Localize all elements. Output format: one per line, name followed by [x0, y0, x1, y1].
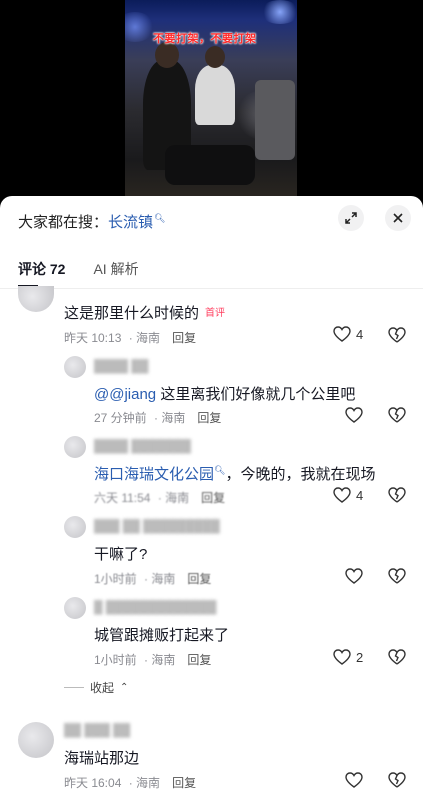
- video-caption: 不要打架，不要打架: [153, 33, 257, 45]
- heart-icon: [333, 649, 351, 665]
- broken-heart-icon: [388, 772, 406, 788]
- first-comment-badge: 首评: [205, 308, 226, 319]
- broken-heart-icon: [388, 407, 406, 423]
- reply-button[interactable]: 回复: [187, 572, 211, 586]
- username-blurred: █ █████████████: [94, 600, 217, 614]
- like-button[interactable]: 4: [333, 487, 363, 503]
- like-button[interactable]: 4: [333, 326, 363, 342]
- username-blurred: ███ ██ █████████: [94, 519, 220, 533]
- heart-icon: [345, 568, 363, 584]
- reply-button[interactable]: 回复: [197, 411, 221, 425]
- video-person: [195, 65, 235, 125]
- expand-button[interactable]: [338, 205, 364, 231]
- comment-text: 这是那里什么时候的 首评: [64, 305, 226, 322]
- dislike-button[interactable]: [388, 327, 406, 348]
- comment-text: 海瑞站那边: [64, 750, 140, 767]
- heart-icon: [333, 487, 351, 503]
- dislike-button[interactable]: [388, 568, 406, 589]
- divider: [0, 288, 423, 289]
- reply-text: 海口海瑞文化公园🔍︎，今晚的，我就在现场: [94, 465, 376, 483]
- location-link[interactable]: 海口海瑞文化公园: [94, 466, 214, 483]
- avatar[interactable]: [18, 722, 54, 758]
- video-scooter: [255, 80, 295, 160]
- video-player[interactable]: 不要打架，不要打架: [0, 0, 423, 200]
- reply-text: @@jiang 这里离我们好像就几个公里吧: [94, 386, 356, 403]
- like-count: 4: [356, 326, 364, 342]
- divider: [64, 687, 84, 688]
- reply-text: 城管跟摊贩打起来了: [94, 627, 230, 644]
- tab-ai-analysis[interactable]: AI 解析: [93, 259, 138, 279]
- reply-meta: 1小时前 · 海南 回复: [94, 653, 212, 667]
- heart-icon: [345, 772, 363, 788]
- comment-tabs: 评论 72 AI 解析: [18, 259, 139, 279]
- broken-heart-icon: [388, 327, 406, 343]
- reply-meta: 六天 11:54 · 海南 回复: [94, 491, 226, 505]
- username-blurred: ████ ██: [94, 359, 149, 373]
- like-button[interactable]: [345, 407, 368, 423]
- like-count: 2: [356, 649, 364, 665]
- dislike-button[interactable]: [388, 487, 406, 508]
- close-icon: [393, 213, 403, 223]
- comment-sheet: 大家都在搜：长流镇🔍︎ 评论 72 AI 解析 这是那里什么时候的 首评 昨天 1…: [0, 196, 423, 800]
- reply-text: 干嘛了?: [94, 546, 148, 563]
- reply-button[interactable]: 回复: [187, 653, 211, 667]
- reply-meta: 1小时前 · 海南 回复: [94, 572, 212, 586]
- dislike-button[interactable]: [388, 772, 406, 793]
- avatar[interactable]: [64, 436, 86, 458]
- reply-button[interactable]: 回复: [201, 491, 225, 505]
- reply-button[interactable]: 回复: [172, 331, 196, 345]
- avatar[interactable]: [18, 286, 54, 312]
- video-motorbike: [165, 145, 255, 185]
- like-button[interactable]: [345, 568, 368, 584]
- search-prefix: 大家都在搜：: [18, 214, 109, 231]
- avatar[interactable]: [64, 516, 86, 538]
- trending-search[interactable]: 大家都在搜：长流镇🔍︎: [18, 211, 165, 232]
- avatar[interactable]: [64, 597, 86, 619]
- comment-meta: 昨天 10:13 · 海南 回复: [64, 331, 197, 345]
- reply-button[interactable]: 回复: [172, 776, 196, 790]
- search-icon: 🔍︎: [214, 465, 226, 475]
- broken-heart-icon: [388, 649, 406, 665]
- mention-link[interactable]: @@jiang: [94, 386, 156, 403]
- like-button[interactable]: [345, 772, 368, 788]
- like-count: 4: [356, 487, 364, 503]
- chevron-up-icon: ⌃: [120, 682, 129, 693]
- username-blurred: ████ ███████: [94, 439, 191, 453]
- collapse-replies-button[interactable]: 收起 ⌃: [64, 679, 128, 696]
- search-keyword[interactable]: 长流镇: [108, 214, 153, 231]
- reply-meta: 27 分钟前 · 海南 回复: [94, 411, 222, 425]
- expand-icon: [345, 212, 357, 224]
- broken-heart-icon: [388, 568, 406, 584]
- close-button[interactable]: [385, 205, 411, 231]
- comment-meta: 昨天 16:04 · 海南 回复: [64, 776, 197, 790]
- search-icon: 🔍︎: [154, 213, 166, 223]
- broken-heart-icon: [388, 487, 406, 503]
- tab-comments[interactable]: 评论 72: [18, 259, 65, 279]
- heart-icon: [333, 326, 351, 342]
- like-button[interactable]: 2: [333, 649, 363, 665]
- dislike-button[interactable]: [388, 649, 406, 670]
- heart-icon: [345, 407, 363, 423]
- dislike-button[interactable]: [388, 407, 406, 428]
- username-blurred: ██ ███ ██: [64, 723, 131, 737]
- avatar[interactable]: [64, 356, 86, 378]
